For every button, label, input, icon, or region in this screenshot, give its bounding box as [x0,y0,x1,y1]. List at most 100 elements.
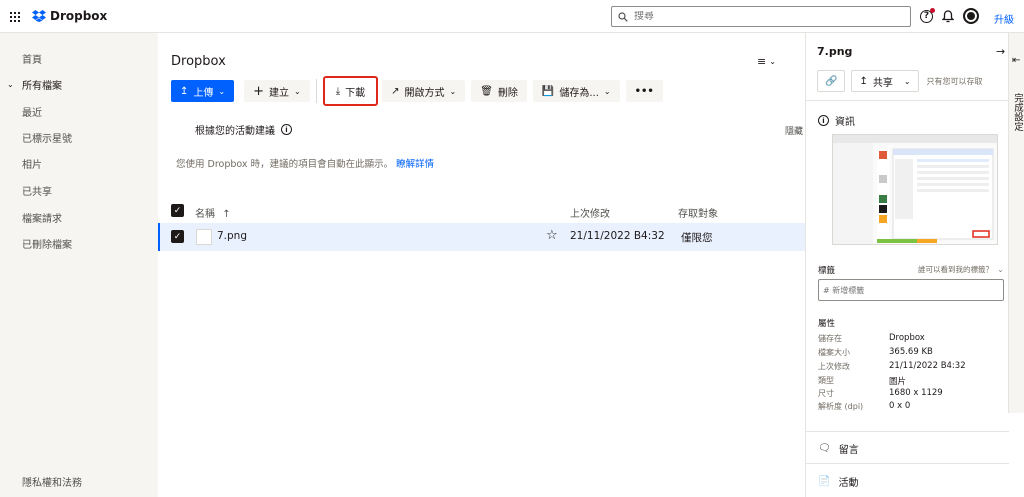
activity-label: 活動 [838,478,859,489]
search-icon [618,11,628,22]
column-access[interactable]: 存取對象 [678,205,718,220]
sidebar-item-file-requests[interactable]: 檔案請求 [22,210,62,225]
save-as-label: 儲存為... [559,87,599,99]
sidebar-item-home[interactable]: 首頁 [22,51,42,66]
upgrade-link[interactable]: 升級 [994,11,1014,26]
setup-label: 完成設定 [1012,93,1023,131]
copy-link-button[interactable]: 🔗 [817,70,846,92]
chevron-down-icon: ⌄ [449,86,457,96]
search-box[interactable] [611,6,911,27]
activity-icon: 📄 [818,476,831,487]
panel-file-title: 7.png [817,45,853,58]
column-name-label: 名稱 [195,209,215,220]
suggestions-heading: 根據您的活動建議 i [195,122,292,137]
info-icon[interactable]: i [281,124,292,135]
sidebar-item-shared[interactable]: 已共享 [22,183,52,198]
search-input[interactable] [634,11,894,22]
file-name[interactable]: 7.png [217,230,247,242]
save-icon: 💾 [541,85,555,97]
column-name[interactable]: 名稱 ↑ [195,205,231,220]
hide-suggestions-link[interactable]: 隱藏 [785,124,803,137]
top-icons: ? [920,7,979,24]
save-as-button[interactable]: 💾 儲存為... ⌄ [532,80,620,102]
download-button[interactable]: ⤓ 下載 [326,80,375,102]
prop-value: Dropbox [889,333,925,343]
tags-label: 標籤 [818,266,836,276]
view-toggle[interactable]: ≡ ⌄ [757,55,776,68]
tags-help-text: 誰可以看到我的標籤？ [918,265,993,274]
privacy-legal-link[interactable]: 隱私權和法務 [22,474,82,489]
create-button[interactable]: + 建立 ⌄ [244,80,310,102]
sidebar-item-all-files[interactable]: 所有檔案 [22,77,62,92]
prop-value: 0 x 0 [889,401,911,411]
prop-key: 上次修改 [818,362,850,371]
chevron-down-icon: ⌄ [603,86,611,96]
share-icon: ↥ [859,75,868,87]
suggestions-title: 根據您的活動建議 [195,126,275,137]
column-modified[interactable]: 上次修改 [570,205,610,220]
main-content: Dropbox ≡ ⌄ ↥ 上傳 ⌄ + 建立 ⌄ ⤓ 下載 ↗ 開啟方式 ⌄ [158,33,805,497]
link-icon: 🔗 [825,75,838,87]
file-preview[interactable] [832,134,998,245]
comments-label: 留言 [838,445,859,456]
chevron-down-icon: ⌄ [294,86,301,96]
help-icon[interactable]: ? [920,7,935,23]
bell-icon[interactable] [942,9,954,23]
sidebar-item-recent[interactable]: 最近 [22,104,42,119]
more-options-button[interactable]: ••• [625,80,663,102]
open-with-label: 開啟方式 [404,87,445,99]
dropbox-logo[interactable]: Dropbox [32,9,107,23]
prop-key: 解析度 (dpi) [818,402,864,411]
sidebar-item-starred[interactable]: 已標示星號 [22,130,72,145]
dropbox-box-icon [32,10,46,22]
sidebar-item-photos[interactable]: 相片 [22,156,42,171]
download-icon: ⤓ [335,85,341,97]
prop-key: 儲存在 [818,334,842,343]
list-view-icon: ≡ [757,55,767,68]
tags-help-link[interactable]: 誰可以看到我的標籤？ ⌄ [918,264,1004,275]
chevron-down-icon: ⌄ [997,265,1004,274]
chevron-down-icon: ⌄ [903,76,911,86]
add-tag-input[interactable] [818,279,1004,301]
preview-image [833,135,997,244]
app-grid-icon[interactable] [10,12,20,22]
info-icon: i [818,115,829,126]
chevron-down-icon[interactable]: ⌄ [7,80,14,89]
avatar[interactable] [963,8,979,24]
prop-key: 類型 [818,376,834,385]
left-sidebar: 首頁 ⌄ 所有檔案 最近 已標示星號 相片 已共享 檔案請求 已刪除檔案 隱私權… [0,33,158,497]
comment-icon: 🗨 [818,443,831,454]
download-label: 下載 [345,87,366,99]
select-all-checkbox[interactable]: ✓ [171,204,184,217]
page-title: Dropbox [171,54,226,69]
trash-icon: 🗑 [480,85,493,97]
info-label: 資訊 [835,117,855,128]
delete-button[interactable]: 🗑 刪除 [471,80,527,102]
suggestions-body: 您使用 Dropbox 時，建議的項目會自動在此顯示。 瞭解詳情 [176,156,434,170]
table-row[interactable]: ✓ 7.png ☆ 21/11/2022 B4:32 僅限您 [158,223,805,251]
delete-label: 刪除 [497,87,518,99]
create-label: 建立 [269,87,289,99]
arrow-right-icon[interactable]: → [996,45,1005,58]
prop-key: 尺寸 [818,389,834,398]
learn-more-link[interactable]: 瞭解詳情 [396,159,434,170]
properties-label: 屬性 [818,319,836,329]
chevron-down-icon: ⌄ [218,86,226,96]
sidebar-item-deleted[interactable]: 已刪除檔案 [22,236,72,251]
share-button[interactable]: ↥ 共享 ⌄ [851,70,919,92]
file-modified: 21/11/2022 B4:32 [570,230,665,242]
prop-value: 21/11/2022 B4:32 [889,361,966,371]
star-icon[interactable]: ☆ [546,228,558,243]
setup-side-pane[interactable]: ⇤ 完成設定 [1008,33,1024,413]
activity-tab[interactable]: 📄 活動 [818,474,858,489]
comments-tab[interactable]: 🗨 留言 [818,441,859,456]
row-checkbox[interactable]: ✓ [171,230,184,243]
upload-button[interactable]: ↥ 上傳 ⌄ [171,80,235,102]
more-icon: ••• [634,85,654,97]
open-with-button[interactable]: ↗ 開啟方式 ⌄ [382,80,466,102]
chevron-down-icon: ⌄ [769,57,776,66]
top-bar: Dropbox ? 升級 [0,0,1024,33]
arrow-left-icon[interactable]: ⇤ [1012,55,1020,66]
toolbar-divider [315,79,317,103]
notification-dot [930,7,935,13]
